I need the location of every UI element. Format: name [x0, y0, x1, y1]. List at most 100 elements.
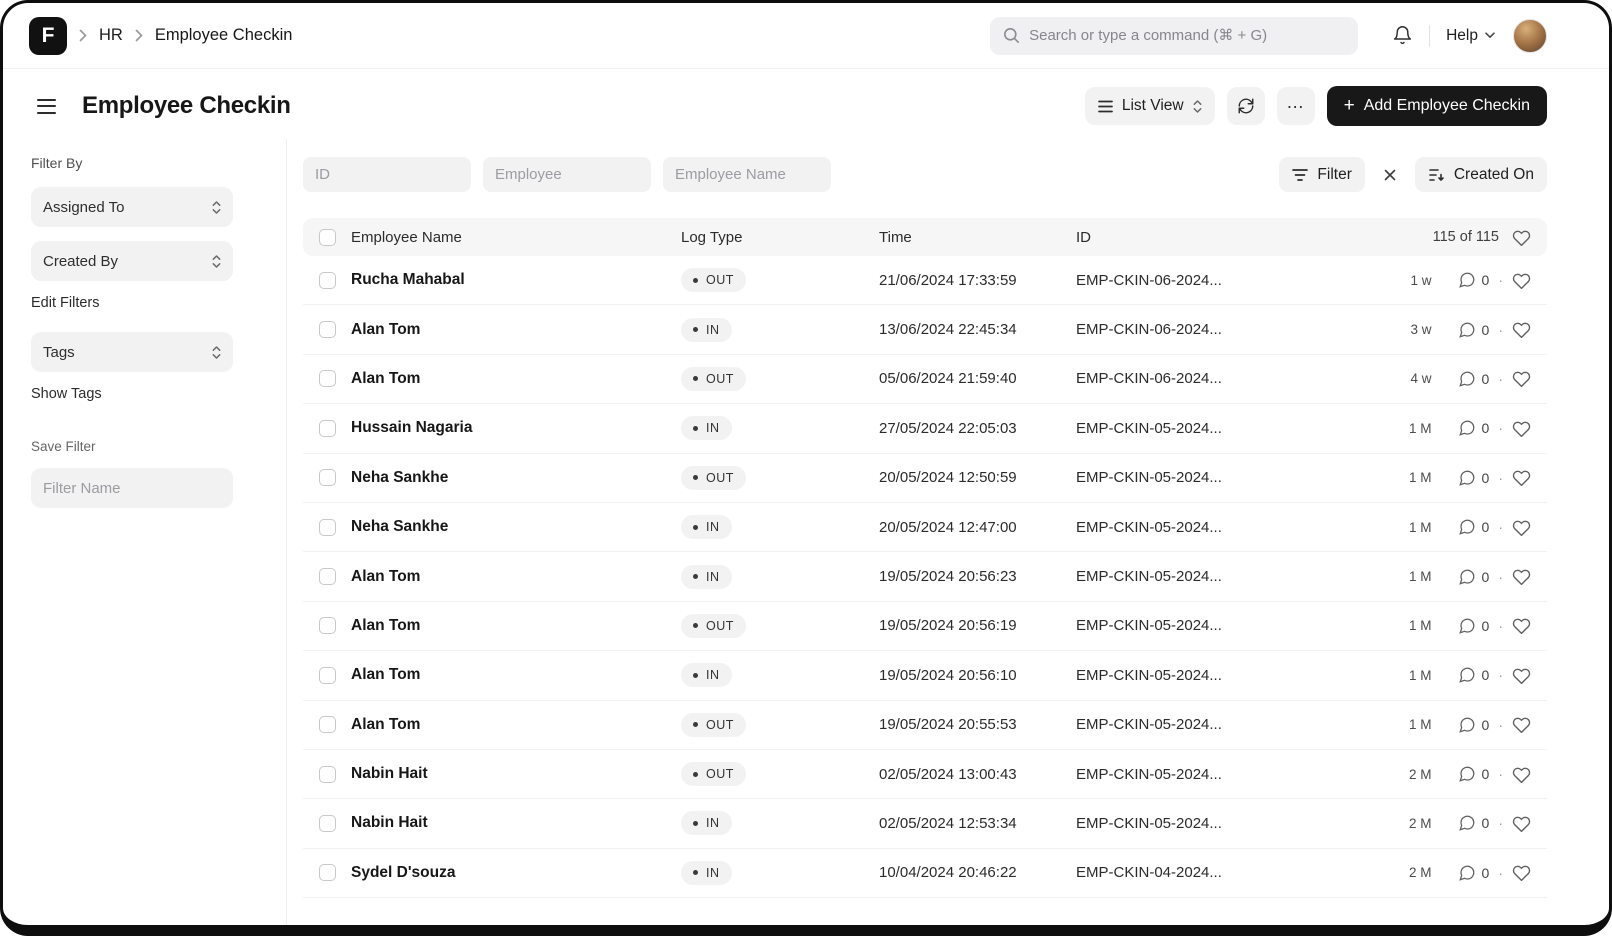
row-employee-name[interactable]: Sydel D'souza [351, 864, 681, 882]
filter-name-input[interactable] [31, 468, 233, 508]
row-employee-name[interactable]: Alan Tom [351, 716, 681, 734]
like-icon[interactable] [1512, 617, 1531, 634]
row-employee-name[interactable]: Rucha Mahabal [351, 271, 681, 289]
row-checkbox[interactable] [319, 370, 336, 387]
table-row[interactable]: Hussain Nagaria IN 27/05/2024 22:05:03 E… [303, 404, 1547, 453]
sort-selector-button[interactable]: Created On [1415, 157, 1547, 192]
comment-group[interactable]: 0 [1458, 518, 1490, 536]
row-employee-name[interactable]: Alan Tom [351, 666, 681, 684]
breadcrumb-current[interactable]: Employee Checkin [155, 26, 293, 45]
row-checkbox[interactable] [319, 321, 336, 338]
like-icon[interactable] [1512, 469, 1531, 486]
row-employee-name[interactable]: Nabin Hait [351, 765, 681, 783]
liked-filter-heart-icon[interactable] [1512, 229, 1531, 246]
refresh-button[interactable] [1227, 87, 1265, 125]
like-icon[interactable] [1512, 815, 1531, 832]
row-employee-name[interactable]: Nabin Hait [351, 814, 681, 832]
row-employee-name[interactable]: Neha Sankhe [351, 469, 681, 487]
sidebar-toggle-icon[interactable] [33, 95, 60, 118]
table-row[interactable]: Alan Tom IN 19/05/2024 20:56:10 EMP-CKIN… [303, 651, 1547, 700]
row-checkbox[interactable] [319, 519, 336, 536]
row-id[interactable]: EMP-CKIN-05-2024... [1076, 667, 1398, 684]
table-row[interactable]: Alan Tom OUT 05/06/2024 21:59:40 EMP-CKI… [303, 355, 1547, 404]
row-employee-name[interactable]: Hussain Nagaria [351, 419, 681, 437]
select-all-checkbox[interactable] [319, 229, 336, 246]
row-id[interactable]: EMP-CKIN-05-2024... [1076, 815, 1398, 832]
row-checkbox[interactable] [319, 716, 336, 733]
notifications-bell-icon[interactable] [1392, 25, 1413, 46]
add-employee-checkin-button[interactable]: + Add Employee Checkin [1327, 86, 1547, 126]
row-id[interactable]: EMP-CKIN-06-2024... [1076, 370, 1398, 387]
like-icon[interactable] [1512, 370, 1531, 387]
row-checkbox[interactable] [319, 815, 336, 832]
row-employee-name[interactable]: Alan Tom [351, 370, 681, 388]
id-filter-input[interactable] [303, 157, 471, 192]
comment-group[interactable]: 0 [1458, 765, 1490, 783]
like-icon[interactable] [1512, 716, 1531, 733]
comment-group[interactable]: 0 [1458, 716, 1490, 734]
like-icon[interactable] [1512, 568, 1531, 585]
table-row[interactable]: Rucha Mahabal OUT 21/06/2024 17:33:59 EM… [303, 256, 1547, 305]
table-row[interactable]: Alan Tom OUT 19/05/2024 20:55:53 EMP-CKI… [303, 701, 1547, 750]
more-options-button[interactable]: … [1277, 87, 1315, 125]
row-id[interactable]: EMP-CKIN-05-2024... [1076, 469, 1398, 486]
clear-filter-button[interactable] [1373, 157, 1407, 192]
like-icon[interactable] [1512, 272, 1531, 289]
tags-select[interactable]: Tags [31, 332, 233, 372]
table-row[interactable]: Alan Tom IN 19/05/2024 20:56:23 EMP-CKIN… [303, 552, 1547, 601]
table-row[interactable]: Neha Sankhe OUT 20/05/2024 12:50:59 EMP-… [303, 454, 1547, 503]
table-row[interactable]: Neha Sankhe IN 20/05/2024 12:47:00 EMP-C… [303, 503, 1547, 552]
view-switcher-button[interactable]: List View [1085, 87, 1215, 125]
show-tags-link[interactable]: Show Tags [31, 386, 102, 402]
col-time[interactable]: Time [879, 229, 1076, 246]
comment-group[interactable]: 0 [1458, 814, 1490, 832]
table-row[interactable]: Alan Tom OUT 19/05/2024 20:56:19 EMP-CKI… [303, 602, 1547, 651]
row-checkbox[interactable] [319, 864, 336, 881]
like-icon[interactable] [1512, 321, 1531, 338]
frappe-logo[interactable]: F [29, 17, 67, 55]
row-checkbox[interactable] [319, 469, 336, 486]
like-icon[interactable] [1512, 766, 1531, 783]
table-row[interactable]: Alan Tom IN 13/06/2024 22:45:34 EMP-CKIN… [303, 305, 1547, 354]
row-employee-name[interactable]: Alan Tom [351, 617, 681, 635]
col-log-type[interactable]: Log Type [681, 229, 879, 246]
row-employee-name[interactable]: Neha Sankhe [351, 518, 681, 536]
row-id[interactable]: EMP-CKIN-05-2024... [1076, 519, 1398, 536]
row-checkbox[interactable] [319, 568, 336, 585]
row-employee-name[interactable]: Alan Tom [351, 321, 681, 339]
edit-filters-link[interactable]: Edit Filters [31, 295, 100, 311]
row-id[interactable]: EMP-CKIN-05-2024... [1076, 716, 1398, 733]
row-id[interactable]: EMP-CKIN-06-2024... [1076, 321, 1398, 338]
row-checkbox[interactable] [319, 617, 336, 634]
row-checkbox[interactable] [319, 420, 336, 437]
comment-group[interactable]: 0 [1458, 419, 1490, 437]
result-count[interactable]: 115 of 115 [1433, 229, 1499, 245]
row-id[interactable]: EMP-CKIN-04-2024... [1076, 864, 1398, 881]
like-icon[interactable] [1512, 864, 1531, 881]
like-icon[interactable] [1512, 420, 1531, 437]
user-avatar[interactable] [1513, 19, 1547, 53]
breadcrumb-hr[interactable]: HR [99, 26, 123, 45]
row-checkbox[interactable] [319, 272, 336, 289]
employee-filter-input[interactable] [483, 157, 651, 192]
row-checkbox[interactable] [319, 766, 336, 783]
table-row[interactable]: Nabin Hait OUT 02/05/2024 13:00:43 EMP-C… [303, 750, 1547, 799]
search-input[interactable] [1029, 27, 1345, 44]
comment-group[interactable]: 0 [1458, 321, 1490, 339]
assigned-to-select[interactable]: Assigned To [31, 187, 233, 227]
comment-group[interactable]: 0 [1458, 469, 1490, 487]
created-by-select[interactable]: Created By [31, 241, 233, 281]
comment-group[interactable]: 0 [1458, 568, 1490, 586]
global-search[interactable] [990, 17, 1358, 55]
col-employee-name[interactable]: Employee Name [351, 229, 681, 246]
col-id[interactable]: ID [1076, 229, 1433, 246]
comment-group[interactable]: 0 [1458, 666, 1490, 684]
table-row[interactable]: Sydel D'souza IN 10/04/2024 20:46:22 EMP… [303, 849, 1547, 898]
comment-group[interactable]: 0 [1458, 370, 1490, 388]
row-id[interactable]: EMP-CKIN-05-2024... [1076, 568, 1398, 585]
comment-group[interactable]: 0 [1458, 271, 1490, 289]
row-id[interactable]: EMP-CKIN-05-2024... [1076, 617, 1398, 634]
row-id[interactable]: EMP-CKIN-05-2024... [1076, 766, 1398, 783]
help-menu[interactable]: Help [1446, 27, 1495, 45]
row-checkbox[interactable] [319, 667, 336, 684]
